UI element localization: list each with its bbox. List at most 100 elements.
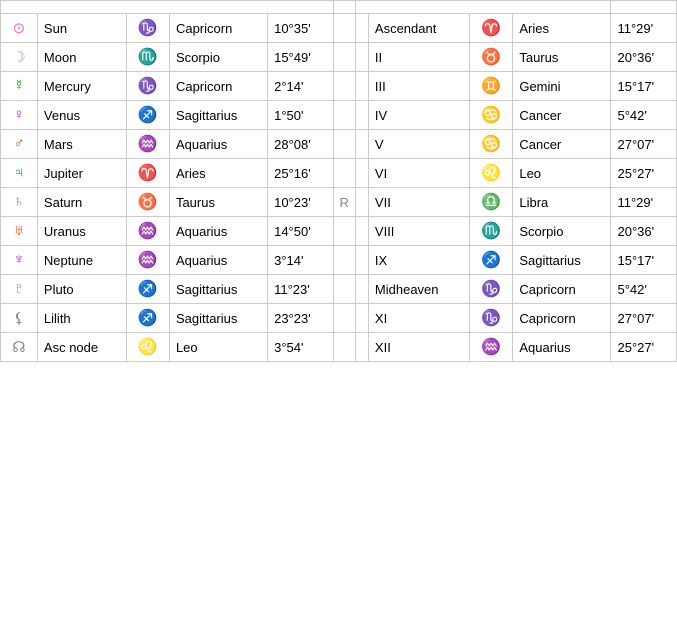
house-sign-name: Libra xyxy=(513,188,611,217)
table-row: ⊙Sun♑Capricorn10°35'Ascendant♈Aries11°29… xyxy=(1,14,677,43)
house-degree: 27°07' xyxy=(611,130,677,159)
house-degree: 5°42' xyxy=(611,101,677,130)
house-sign-name: Cancer xyxy=(513,130,611,159)
planet-name: Mercury xyxy=(37,72,126,101)
divider-cell xyxy=(355,101,368,130)
planet-icon: ☊ xyxy=(1,333,38,362)
house-name: XI xyxy=(368,304,469,333)
table-row: ♇Pluto♐Sagittarius11°23'Midheaven♑Capric… xyxy=(1,275,677,304)
planet-degree: 28°08' xyxy=(268,130,333,159)
table-row: ♂Mars♒Aquarius28°08'V♋Cancer27°07' xyxy=(1,130,677,159)
planet-name: Moon xyxy=(37,43,126,72)
house-name: Ascendant xyxy=(368,14,469,43)
divider-cell xyxy=(355,43,368,72)
planet-name: Saturn xyxy=(37,188,126,217)
planet-sign-icon: ♑ xyxy=(126,14,169,43)
planet-icon: ☽ xyxy=(1,43,38,72)
planet-sign-icon: ♑ xyxy=(126,72,169,101)
house-sign-name: Capricorn xyxy=(513,275,611,304)
house-sign-name: Leo xyxy=(513,159,611,188)
planet-sign-name: Aries xyxy=(169,159,267,188)
planet-sign-icon: ♐ xyxy=(126,101,169,130)
planet-degree: 2°14' xyxy=(268,72,333,101)
planet-icon: ♄ xyxy=(1,188,38,217)
house-degree: 15°17' xyxy=(611,246,677,275)
planet-sign-name: Aquarius xyxy=(169,130,267,159)
house-sign-icon: ♒ xyxy=(469,333,512,362)
planet-sign-icon: ♒ xyxy=(126,246,169,275)
planet-name: Asc node xyxy=(37,333,126,362)
retrograde-indicator xyxy=(333,246,355,275)
house-sign-name: Cancer xyxy=(513,101,611,130)
planet-name: Uranus xyxy=(37,217,126,246)
table-row: ☽Moon♏Scorpio15°49' II♉Taurus20°36' xyxy=(1,43,677,72)
planet-sign-icon: ♌ xyxy=(126,333,169,362)
house-sign-name: Aries xyxy=(513,14,611,43)
planet-degree: 10°35' xyxy=(268,14,333,43)
house-sign-icon: ♉ xyxy=(469,43,512,72)
planet-degree: 15°49' xyxy=(268,43,333,72)
house-degree: 27°07' xyxy=(611,304,677,333)
house-degree: 15°17' xyxy=(611,72,677,101)
house-sign-icon: ♈ xyxy=(469,14,512,43)
planet-degree: 3°14' xyxy=(268,246,333,275)
retrograde-indicator xyxy=(333,14,355,43)
house-degree: 5°42' xyxy=(611,275,677,304)
planet-degree: 11°23' xyxy=(268,275,333,304)
house-name: XII xyxy=(368,333,469,362)
divider-cell xyxy=(355,130,368,159)
planet-sign-icon: ♏ xyxy=(126,43,169,72)
table-row: ♆Neptune♒Aquarius3°14'IX♐Sagittarius15°1… xyxy=(1,246,677,275)
placidus-header xyxy=(355,1,611,14)
house-name: IX xyxy=(368,246,469,275)
retrograde-indicator xyxy=(333,304,355,333)
planet-sign-name: Scorpio xyxy=(169,43,267,72)
table-row: ☿Mercury♑Capricorn2°14'III♊Gemini15°17' xyxy=(1,72,677,101)
house-name: II xyxy=(368,43,469,72)
planet-icon: ♇ xyxy=(1,275,38,304)
divider-cell xyxy=(355,333,368,362)
house-sign-icon: ♑ xyxy=(469,275,512,304)
divider-cell xyxy=(355,159,368,188)
house-sign-name: Gemini xyxy=(513,72,611,101)
planet-sign-name: Sagittarius xyxy=(169,304,267,333)
divider-cell xyxy=(355,72,368,101)
planet-sign-name: Sagittarius xyxy=(169,101,267,130)
planet-degree: 1°50' xyxy=(268,101,333,130)
table-row: ♃Jupiter♈Aries25°16'VI♌Leo25°27' xyxy=(1,159,677,188)
divider-cell xyxy=(355,304,368,333)
house-sign-icon: ♐ xyxy=(469,246,512,275)
house-sign-icon: ♋ xyxy=(469,130,512,159)
retrograde-indicator xyxy=(333,333,355,362)
house-sign-name: Taurus xyxy=(513,43,611,72)
planet-icon: ♀ xyxy=(1,101,38,130)
planet-sign-icon: ♉ xyxy=(126,188,169,217)
planet-name: Lilith xyxy=(37,304,126,333)
planet-sign-name: Capricorn xyxy=(169,72,267,101)
planet-sign-name: Aquarius xyxy=(169,246,267,275)
house-name: VIII xyxy=(368,217,469,246)
retrograde-indicator xyxy=(333,130,355,159)
planet-sign-name: Aquarius xyxy=(169,217,267,246)
divider-cell xyxy=(355,188,368,217)
planet-icon: ☿ xyxy=(1,72,38,101)
retrograde-indicator xyxy=(333,101,355,130)
house-name: III xyxy=(368,72,469,101)
planet-icon: ♂ xyxy=(1,130,38,159)
retrograde-indicator xyxy=(333,72,355,101)
planet-icon: ♆ xyxy=(1,246,38,275)
divider-cell xyxy=(355,275,368,304)
planet-name: Mars xyxy=(37,130,126,159)
planet-degree: 14°50' xyxy=(268,217,333,246)
house-name: VII xyxy=(368,188,469,217)
divider xyxy=(333,1,355,14)
divider-cell xyxy=(355,217,368,246)
house-name: IV xyxy=(368,101,469,130)
table-row: ☊Asc node♌Leo3°54'XII♒Aquarius25°27' xyxy=(1,333,677,362)
house-degree: 11°29' xyxy=(611,14,677,43)
house-degree: 20°36' xyxy=(611,43,677,72)
planet-sign-name: Taurus xyxy=(169,188,267,217)
retrograde-indicator: R xyxy=(333,188,355,217)
house-sign-name: Sagittarius xyxy=(513,246,611,275)
house-degree: 25°27' xyxy=(611,159,677,188)
